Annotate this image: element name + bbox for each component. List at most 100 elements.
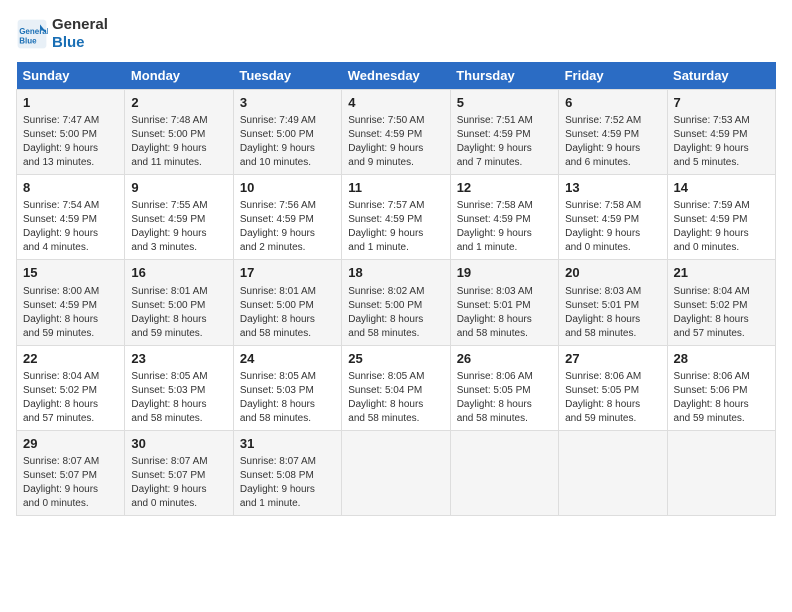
- day-number: 23: [131, 350, 226, 368]
- logo-text-general: General: [52, 16, 108, 34]
- calendar-cell: [450, 430, 558, 515]
- day-number: 19: [457, 264, 552, 282]
- calendar-cell: 7Sunrise: 7:53 AM Sunset: 4:59 PM Daylig…: [667, 90, 775, 175]
- day-info: Sunrise: 7:52 AM Sunset: 4:59 PM Dayligh…: [565, 114, 660, 170]
- calendar-cell: 28 Sunrise: 8:06 AM Sunset: 5:06 PM Dayli…: [667, 345, 775, 430]
- calendar-body: 1 Sunrise: 7:47 AM Sunset: 5:00 PM Daylig…: [17, 90, 776, 516]
- calendar-cell: 27 Sunrise: 8:06 AM Sunset: 5:05 PM Dayli…: [559, 345, 667, 430]
- page-header: General Blue General Blue: [16, 16, 776, 52]
- calendar-cell: 5 Sunrise: 7:51 AM Sunset: 4:59 PM Daylig…: [450, 90, 558, 175]
- day-info: Sunrise: 7:58 AM Sunset: 4:59 PM Dayligh…: [565, 199, 660, 255]
- day-info: Sunrise: 7:54 AM Sunset: 4:59 PM Dayligh…: [23, 199, 118, 255]
- logo-text-blue: Blue: [52, 34, 108, 52]
- logo-icon: General Blue: [16, 18, 48, 50]
- day-info: Sunrise: 7:48 AM Sunset: 5:00 PM Dayligh…: [131, 114, 226, 170]
- day-number: 10: [240, 179, 335, 197]
- calendar-cell: 6 Sunrise: 7:52 AM Sunset: 4:59 PM Daylig…: [559, 90, 667, 175]
- day-info: Sunrise: 8:07 AM Sunset: 5:07 PM Dayligh…: [131, 455, 226, 511]
- day-number: 24: [240, 350, 335, 368]
- day-number: 8: [23, 179, 118, 197]
- calendar-cell: 15 Sunrise: 8:00 AM Sunset: 4:59 PM Dayli…: [17, 260, 125, 345]
- calendar-cell: 10 Sunrise: 7:56 AM Sunset: 4:59 PM Dayli…: [233, 175, 341, 260]
- svg-text:General: General: [19, 27, 48, 36]
- calendar-cell: 26 Sunrise: 8:06 AM Sunset: 5:05 PM Dayli…: [450, 345, 558, 430]
- calendar-cell: 3Sunrise: 7:49 AM Sunset: 5:00 PM Daylig…: [233, 90, 341, 175]
- column-header-friday: Friday: [559, 62, 667, 90]
- day-number: 4: [348, 94, 443, 112]
- calendar-cell: 13Sunrise: 7:58 AM Sunset: 4:59 PM Dayli…: [559, 175, 667, 260]
- day-number: 1: [23, 94, 118, 112]
- calendar-cell: 12Sunrise: 7:58 AM Sunset: 4:59 PM Dayli…: [450, 175, 558, 260]
- day-number: 20: [565, 264, 660, 282]
- day-number: 2: [131, 94, 226, 112]
- calendar-cell: [559, 430, 667, 515]
- calendar-cell: 19 Sunrise: 8:03 AM Sunset: 5:01 PM Dayli…: [450, 260, 558, 345]
- week-row-2: 1 Sunrise: 7:47 AM Sunset: 5:00 PM Daylig…: [17, 90, 776, 175]
- day-info: Sunrise: 8:07 AM Sunset: 5:07 PM Dayligh…: [23, 455, 118, 511]
- day-info: Sunrise: 7:57 AM Sunset: 4:59 PM Dayligh…: [348, 199, 443, 255]
- calendar-cell: 8 Sunrise: 7:54 AM Sunset: 4:59 PM Daylig…: [17, 175, 125, 260]
- calendar-cell: 4 Sunrise: 7:50 AM Sunset: 4:59 PM Daylig…: [342, 90, 450, 175]
- day-number: 18: [348, 264, 443, 282]
- day-info: Sunrise: 7:56 AM Sunset: 4:59 PM Dayligh…: [240, 199, 335, 255]
- day-info: Sunrise: 8:03 AM Sunset: 5:01 PM Dayligh…: [457, 285, 552, 341]
- day-info: Sunrise: 8:00 AM Sunset: 4:59 PM Dayligh…: [23, 285, 118, 341]
- day-number: 21: [674, 264, 769, 282]
- day-number: 31: [240, 435, 335, 453]
- week-row-3: 8 Sunrise: 7:54 AM Sunset: 4:59 PM Daylig…: [17, 175, 776, 260]
- day-number: 28: [674, 350, 769, 368]
- day-info: Sunrise: 8:04 AM Sunset: 5:02 PM Dayligh…: [23, 370, 118, 426]
- calendar-cell: 11 Sunrise: 7:57 AM Sunset: 4:59 PM Dayli…: [342, 175, 450, 260]
- svg-text:Blue: Blue: [19, 37, 37, 46]
- day-info: Sunrise: 7:51 AM Sunset: 4:59 PM Dayligh…: [457, 114, 552, 170]
- calendar-cell: 29 Sunrise: 8:07 AM Sunset: 5:07 PM Dayli…: [17, 430, 125, 515]
- column-header-monday: Monday: [125, 62, 233, 90]
- calendar-cell: 30 Sunrise: 8:07 AM Sunset: 5:07 PM Dayli…: [125, 430, 233, 515]
- calendar-cell: 23 Sunrise: 8:05 AM Sunset: 5:03 PM Dayli…: [125, 345, 233, 430]
- calendar-cell: 25Sunrise: 8:05 AM Sunset: 5:04 PM Dayli…: [342, 345, 450, 430]
- day-number: 29: [23, 435, 118, 453]
- calendar-cell: 21 Sunrise: 8:04 AM Sunset: 5:02 PM Dayli…: [667, 260, 775, 345]
- day-number: 22: [23, 350, 118, 368]
- day-number: 27: [565, 350, 660, 368]
- day-number: 30: [131, 435, 226, 453]
- day-number: 7: [674, 94, 769, 112]
- column-header-sunday: Sunday: [17, 62, 125, 90]
- calendar-cell: 22 Sunrise: 8:04 AM Sunset: 5:02 PM Dayli…: [17, 345, 125, 430]
- day-number: 25: [348, 350, 443, 368]
- day-number: 26: [457, 350, 552, 368]
- day-number: 3: [240, 94, 335, 112]
- day-number: 12: [457, 179, 552, 197]
- day-number: 14: [674, 179, 769, 197]
- day-info: Sunrise: 7:55 AM Sunset: 4:59 PM Dayligh…: [131, 199, 226, 255]
- day-number: 11: [348, 179, 443, 197]
- calendar-cell: 14Sunrise: 7:59 AM Sunset: 4:59 PM Dayli…: [667, 175, 775, 260]
- day-info: Sunrise: 8:02 AM Sunset: 5:00 PM Dayligh…: [348, 285, 443, 341]
- day-number: 9: [131, 179, 226, 197]
- calendar-cell: [667, 430, 775, 515]
- logo: General Blue General Blue: [16, 16, 108, 52]
- day-info: Sunrise: 7:50 AM Sunset: 4:59 PM Dayligh…: [348, 114, 443, 170]
- calendar-cell: 16Sunrise: 8:01 AM Sunset: 5:00 PM Dayli…: [125, 260, 233, 345]
- day-info: Sunrise: 8:05 AM Sunset: 5:03 PM Dayligh…: [240, 370, 335, 426]
- calendar-cell: 24 Sunrise: 8:05 AM Sunset: 5:03 PM Dayli…: [233, 345, 341, 430]
- calendar-cell: 20Sunrise: 8:03 AM Sunset: 5:01 PM Dayli…: [559, 260, 667, 345]
- calendar-cell: 9 Sunrise: 7:55 AM Sunset: 4:59 PM Daylig…: [125, 175, 233, 260]
- week-row-4: 15 Sunrise: 8:00 AM Sunset: 4:59 PM Dayli…: [17, 260, 776, 345]
- calendar-table: SundayMondayTuesdayWednesdayThursdayFrid…: [16, 62, 776, 516]
- day-number: 6: [565, 94, 660, 112]
- day-number: 16: [131, 264, 226, 282]
- day-info: Sunrise: 7:47 AM Sunset: 5:00 PM Dayligh…: [23, 114, 118, 170]
- day-number: 5: [457, 94, 552, 112]
- day-info: Sunrise: 8:06 AM Sunset: 5:05 PM Dayligh…: [565, 370, 660, 426]
- day-number: 17: [240, 264, 335, 282]
- calendar-cell: [342, 430, 450, 515]
- day-info: Sunrise: 8:05 AM Sunset: 5:03 PM Dayligh…: [131, 370, 226, 426]
- day-info: Sunrise: 8:04 AM Sunset: 5:02 PM Dayligh…: [674, 285, 769, 341]
- day-info: Sunrise: 8:01 AM Sunset: 5:00 PM Dayligh…: [240, 285, 335, 341]
- calendar-cell: 31Sunrise: 8:07 AM Sunset: 5:08 PM Dayli…: [233, 430, 341, 515]
- day-info: Sunrise: 8:06 AM Sunset: 5:05 PM Dayligh…: [457, 370, 552, 426]
- week-row-5: 22 Sunrise: 8:04 AM Sunset: 5:02 PM Dayli…: [17, 345, 776, 430]
- day-number: 15: [23, 264, 118, 282]
- day-info: Sunrise: 8:06 AM Sunset: 5:06 PM Dayligh…: [674, 370, 769, 426]
